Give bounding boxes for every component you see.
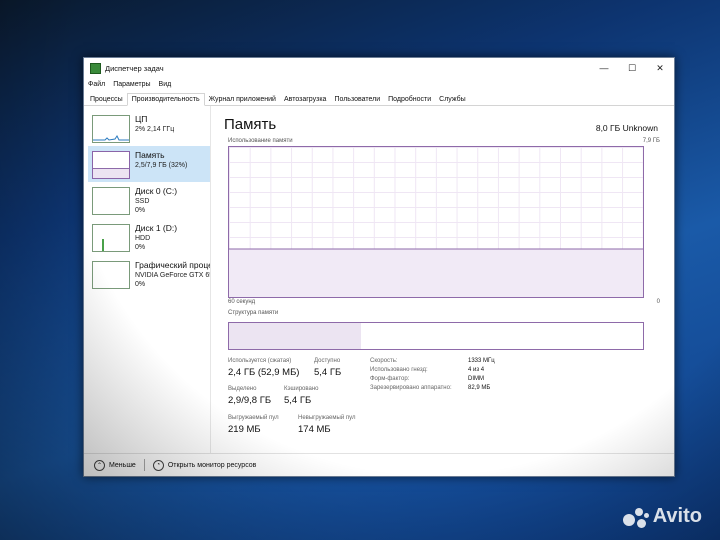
memory-structure-used <box>229 323 362 349</box>
close-button[interactable]: ✕ <box>646 58 674 78</box>
sidebar-item-detail: 2% 2,14 ГГц <box>135 126 175 133</box>
resource-monitor-icon: ◔ <box>152 459 164 471</box>
sidebar-item-detail: HDD <box>135 235 151 242</box>
cached-label: Кэшировано <box>284 386 319 392</box>
speed-value: 1333 МГц <box>468 358 495 364</box>
structure-label: Структура памяти <box>228 310 279 316</box>
sidebar-item-gpu[interactable]: Графический процессор NVIDIA GeForce GTX … <box>88 256 210 292</box>
tab-processes[interactable]: Процессы <box>86 94 127 105</box>
memory-structure-bar <box>228 322 644 350</box>
nonpaged-pool-value: 174 МБ <box>298 424 331 435</box>
usage-max-label: 7,9 ГБ <box>642 138 660 144</box>
memory-thumbnail-graph <box>92 151 130 179</box>
avito-watermark: Avito <box>622 505 702 528</box>
sidebar-item-detail: SSD <box>135 198 150 205</box>
task-manager-icon <box>90 62 101 74</box>
sidebar-item-usage: 0% <box>135 281 146 288</box>
sidebar-item-usage: 0% <box>135 244 146 251</box>
form-factor-label: Форм-фактор: <box>370 376 410 382</box>
maximize-button[interactable]: ☐ <box>618 58 646 78</box>
slots-label: Использовано гнезд: <box>370 367 428 373</box>
disk1-thumbnail-graph <box>92 224 130 252</box>
in-use-value: 2,4 ГБ (52,9 МБ) <box>228 367 300 378</box>
reserved-value: 82,9 МБ <box>468 385 491 391</box>
zero-axis-label: 0 <box>656 299 660 305</box>
disk0-thumbnail-graph <box>92 187 130 215</box>
fewer-details-label: Меньше <box>109 461 136 469</box>
tab-performance[interactable]: Производительность <box>126 93 205 106</box>
cached-value: 5,4 ГБ <box>284 395 312 406</box>
sidebar-item-disk1[interactable]: Диск 1 (D:) HDD 0% <box>88 219 210 255</box>
usage-graph-label: Использование памяти <box>228 138 293 144</box>
resource-sidebar: ЦП 2% 2,14 ГГц Память 2,5/7,9 ГБ (32%) Дис… <box>84 106 211 454</box>
sidebar-item-usage: 0% <box>135 207 146 214</box>
sidebar-item-disk0[interactable]: Диск 0 (C:) SSD 0% <box>88 182 210 218</box>
resource-monitor-link[interactable]: ◔ Открыть монитор ресурсов <box>152 459 257 471</box>
footer-bar: ⌃ Меньше ◔ Открыть монитор ресурсов <box>84 453 674 476</box>
gpu-thumbnail-graph <box>92 261 130 289</box>
task-manager-window: Диспетчер задач — ☐ ✕ Файл Параметры Вид… <box>83 57 675 477</box>
memory-usage-graph <box>228 146 644 298</box>
committed-label: Выделено <box>228 386 257 392</box>
chevron-up-icon: ⌃ <box>94 459 105 471</box>
speed-label: Скорость: <box>370 358 398 364</box>
sidebar-item-detail: NVIDIA GeForce GTX 650 <box>135 272 210 279</box>
sidebar-item-title: Графический процессор <box>135 260 210 270</box>
sidebar-item-title: Память <box>135 150 165 160</box>
tab-strip: Процессы Производительность Журнал прило… <box>84 91 674 106</box>
resource-monitor-label: Открыть монитор ресурсов <box>167 461 257 469</box>
paged-pool-label: Выгружаемый пул <box>228 415 279 421</box>
fewer-details-button[interactable]: ⌃ Меньше <box>94 459 136 471</box>
memory-capacity: 8,0 ГБ Unknown <box>595 123 658 133</box>
menu-bar: Файл Параметры Вид <box>84 78 674 91</box>
page-title: Память <box>224 116 277 133</box>
sidebar-item-memory[interactable]: Память 2,5/7,9 ГБ (32%) <box>88 146 210 182</box>
avito-logo-icon <box>622 506 649 528</box>
time-axis-label: 60 секунд <box>228 299 256 305</box>
memory-usage-fill <box>229 248 643 297</box>
sidebar-item-title: Диск 0 (C:) <box>135 186 178 196</box>
minimize-button[interactable]: — <box>590 58 618 78</box>
reserved-label: Зарезервировано аппаратно: <box>370 385 452 391</box>
form-factor-value: DIMM <box>468 376 484 382</box>
title-bar[interactable]: Диспетчер задач — ☐ ✕ <box>84 58 674 78</box>
menu-view[interactable]: Вид <box>159 81 172 88</box>
footer-divider <box>143 459 145 471</box>
nonpaged-pool-label: Невыгружаемый пул <box>298 415 356 421</box>
tab-users[interactable]: Пользователи <box>330 94 384 105</box>
sidebar-item-detail: 2,5/7,9 ГБ (32%) <box>135 162 188 169</box>
cpu-thumbnail-graph <box>92 115 130 143</box>
slots-value: 4 из 4 <box>468 367 485 373</box>
window-title: Диспетчер задач <box>105 63 164 73</box>
tab-details[interactable]: Подробности <box>384 94 435 105</box>
in-use-label: Используется (сжатая) <box>228 358 292 364</box>
sidebar-item-title: ЦП <box>135 114 148 124</box>
menu-file[interactable]: Файл <box>88 81 105 88</box>
committed-value: 2,9/9,8 ГБ <box>228 395 272 406</box>
sidebar-item-cpu[interactable]: ЦП 2% 2,14 ГГц <box>88 110 210 146</box>
tab-startup[interactable]: Автозагрузка <box>280 94 330 105</box>
menu-options[interactable]: Параметры <box>113 81 150 88</box>
sidebar-item-title: Диск 1 (D:) <box>135 223 178 233</box>
available-value: 5,4 ГБ <box>314 367 342 378</box>
paged-pool-value: 219 МБ <box>228 424 261 435</box>
tab-app-history[interactable]: Журнал приложений <box>205 94 280 105</box>
avito-wordmark: Avito <box>652 505 702 527</box>
memory-panel: Память 8,0 ГБ Unknown Использование памя… <box>224 106 664 454</box>
tab-services[interactable]: Службы <box>435 94 470 105</box>
available-label: Доступно <box>314 358 341 364</box>
